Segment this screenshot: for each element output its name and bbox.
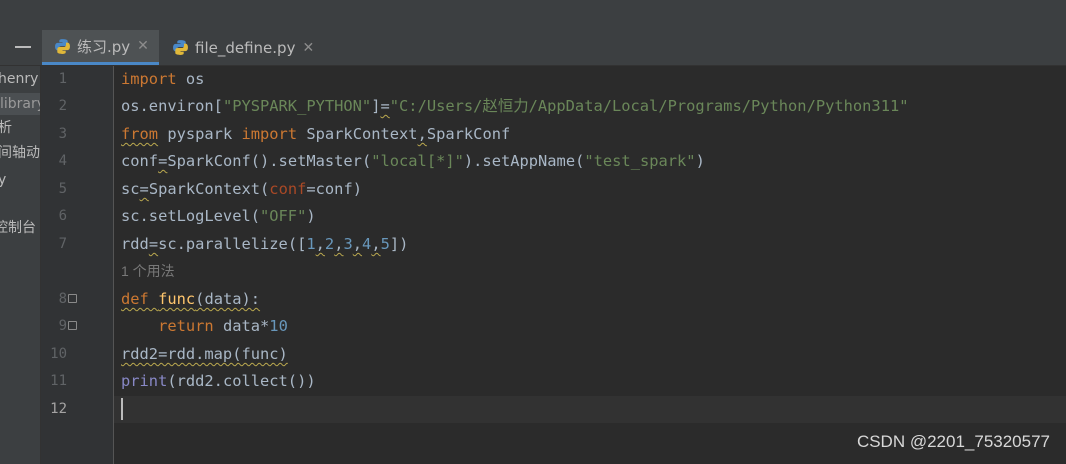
close-icon[interactable]: ✕	[302, 40, 314, 56]
window-title-bar	[0, 0, 1066, 30]
code-token: ,	[371, 235, 381, 253]
code-token: "OFF"	[260, 207, 307, 225]
code-token: =	[148, 235, 159, 253]
code-token: ).setAppName(	[463, 152, 585, 170]
code-line: conf=SparkConf().setMaster("local[*]").s…	[121, 148, 705, 175]
minimize-panel-icon[interactable]	[15, 46, 31, 48]
code-token: return	[158, 317, 214, 335]
code-token: 3	[343, 235, 353, 253]
project-item[interactable]: library	[0, 93, 40, 115]
line-number: 1	[58, 71, 67, 87]
project-item[interactable]: 间轴动	[0, 142, 40, 164]
code-token: =	[139, 180, 149, 198]
code-token: SparkContext	[297, 125, 418, 143]
code-token: conf	[121, 152, 159, 170]
code-token: SparkConf	[426, 125, 511, 143]
code-token: ])	[389, 235, 409, 253]
code-token: ,	[315, 235, 325, 253]
tab-label: 练习.py	[77, 37, 131, 56]
line-number: 6	[58, 208, 67, 224]
text-cursor	[121, 398, 123, 420]
line-number: 11	[50, 373, 67, 389]
code-token: =	[380, 97, 390, 115]
code-token: 2	[324, 235, 335, 253]
code-token: print	[121, 372, 168, 390]
code-token: 5	[380, 235, 390, 253]
code-token: ,	[417, 125, 427, 143]
code-token: conf	[269, 180, 307, 198]
project-item[interactable]: y	[0, 169, 6, 191]
code-token: =conf)	[306, 180, 362, 198]
code-token: data*	[213, 317, 270, 335]
code-token: import	[241, 125, 298, 143]
line-number: 9	[58, 318, 67, 334]
code-token: "C:/Users/赵恒力/AppData/Local/Programs/Pyt…	[389, 97, 909, 115]
python-file-icon	[172, 39, 189, 56]
code-token: sc	[121, 180, 140, 198]
line-number: 10	[50, 346, 67, 362]
tab-练习-py[interactable]: 练习.py ✕	[42, 30, 159, 65]
line-number: 3	[58, 126, 67, 142]
code-token: SparkConf().setMaster(	[167, 152, 372, 170]
watermark: CSDN @2201_75320577	[856, 432, 1050, 451]
project-item[interactable]: 控制台	[0, 217, 36, 239]
code-token: rdd2=rdd.map(func)	[121, 345, 288, 363]
line-number: 2	[58, 98, 67, 114]
code-line: import os	[121, 66, 204, 93]
line-number: 12	[50, 401, 67, 417]
code-line: sc.setLogLevel("OFF")	[121, 203, 316, 230]
project-panel: henry library 析 间轴动 y 控制台	[0, 66, 41, 464]
tab-file-define-py[interactable]: file_define.py ✕	[160, 30, 324, 65]
project-item[interactable]: 析	[0, 117, 12, 139]
code-token: =	[158, 152, 168, 170]
line-number: 7	[58, 236, 67, 252]
code-token: pyspark	[158, 125, 242, 143]
code-line: rdd2=rdd.map(func)	[121, 341, 288, 368]
code-token: )	[695, 152, 705, 170]
code-line: print(rdd2.collect())	[121, 368, 316, 395]
current-line-highlight	[114, 396, 1066, 423]
code-line: from pyspark import SparkContext,SparkCo…	[121, 121, 510, 148]
editor-tab-bar: 练习.py ✕ file_define.py ✕	[0, 30, 1066, 66]
code-token: 1	[306, 235, 316, 253]
python-file-icon	[54, 38, 71, 55]
code-line: os.environ["PYSPARK_PYTHON"]="C:/Users/赵…	[121, 93, 909, 120]
code-token: (data):	[195, 290, 261, 308]
code-token: func	[158, 290, 196, 308]
project-item[interactable]: henry	[0, 68, 38, 90]
code-token: SparkContext(	[148, 180, 270, 198]
code-token: sc.setLogLevel(	[121, 207, 260, 225]
line-number: 5	[58, 181, 67, 197]
code-line: return data*10	[121, 313, 288, 340]
code-line: rdd=sc.parallelize([1,2,3,4,5])	[121, 231, 408, 258]
line-number: 8	[58, 291, 67, 307]
code-token: 10	[269, 317, 288, 335]
code-line: def func(data):	[121, 286, 260, 313]
code-token: os	[176, 70, 205, 88]
fold-open-icon[interactable]	[68, 294, 77, 303]
code-line: sc=SparkContext(conf=conf)	[121, 176, 362, 203]
code-token: )	[306, 207, 316, 225]
close-icon[interactable]: ✕	[137, 38, 149, 54]
tab-label: file_define.py	[195, 38, 296, 57]
fold-close-icon[interactable]	[68, 321, 77, 330]
code-token: "local[*]"	[371, 152, 464, 170]
code-token: def	[121, 290, 149, 308]
code-token: rdd	[121, 235, 149, 253]
code-token: from	[121, 125, 159, 143]
line-number: 4	[58, 153, 67, 169]
code-token: 4	[362, 235, 372, 253]
code-token: os.environ[	[121, 97, 223, 115]
code-token: import	[121, 70, 177, 88]
code-token: sc.parallelize([	[158, 235, 307, 253]
code-token: "PYSPARK_PYTHON"	[222, 97, 372, 115]
code-token: "test_spark"	[584, 152, 696, 170]
usage-hint[interactable]: 1 个用法	[121, 258, 175, 285]
code-token: (rdd2.collect())	[167, 372, 316, 390]
code-token: ,	[352, 235, 363, 253]
